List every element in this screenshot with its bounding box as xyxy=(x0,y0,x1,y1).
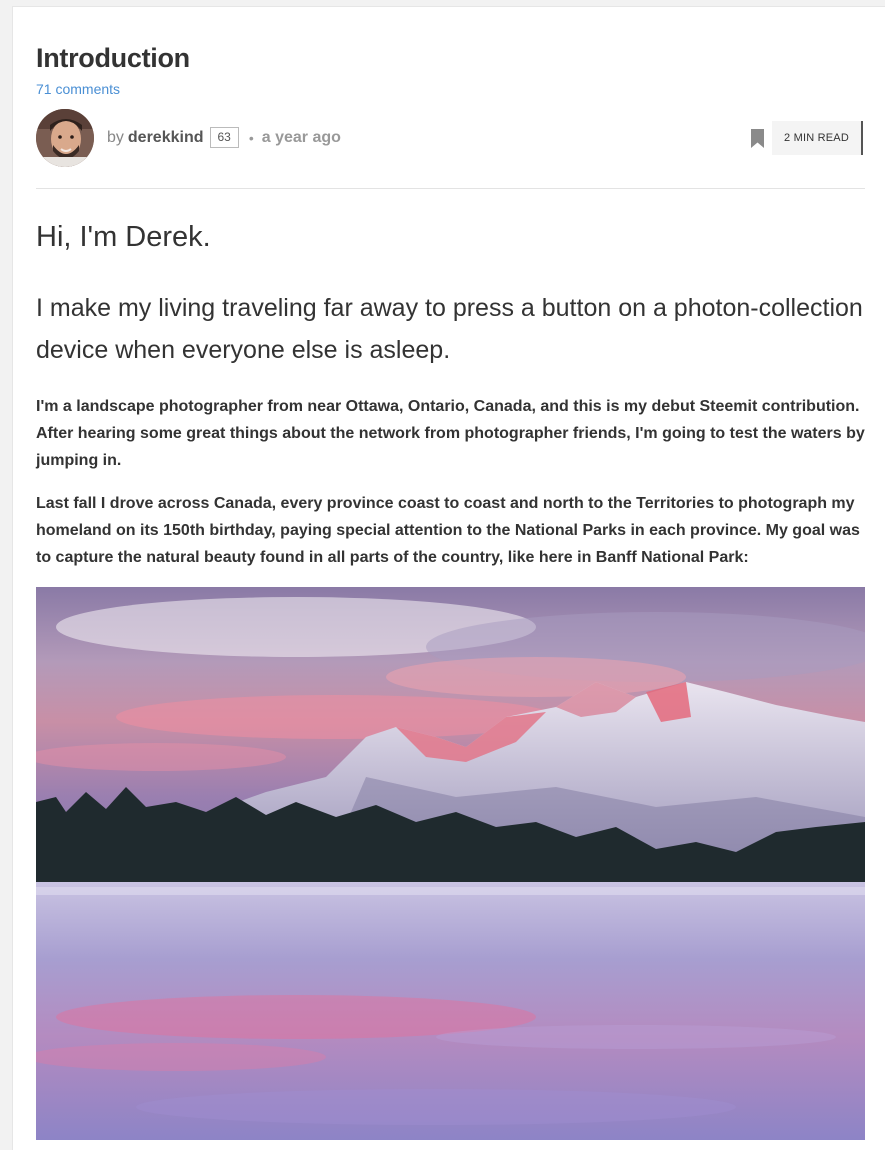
byline: by derekkind 63 • a year ago xyxy=(107,127,341,148)
post-subheading: I make my living traveling far away to p… xyxy=(36,294,863,364)
post-title: Introduction xyxy=(36,43,190,73)
read-time-badge: 2 MIN READ xyxy=(772,121,863,155)
comments-link[interactable]: 71 comments xyxy=(36,81,120,97)
by-label: by xyxy=(107,128,124,146)
post-card: Introduction 71 comments by derekkind 63… xyxy=(12,6,885,1150)
bookmark-icon[interactable] xyxy=(751,129,764,148)
separator-dot: • xyxy=(248,129,254,146)
post-paragraph-1: I'm a landscape photographer from near O… xyxy=(36,398,865,469)
post-paragraph-2: Last fall I drove across Canada, every p… xyxy=(36,495,860,566)
post-heading: Hi, I'm Derek. xyxy=(36,221,211,253)
post-timestamp[interactable]: a year ago xyxy=(262,129,341,147)
banff-landscape-photo xyxy=(36,587,865,1140)
avatar[interactable] xyxy=(36,109,94,167)
author-name-link[interactable]: derekkind xyxy=(128,129,204,147)
divider xyxy=(36,188,865,189)
author-row: by derekkind 63 • a year ago 2 MIN READ xyxy=(36,109,865,167)
reputation-badge: 63 xyxy=(209,127,239,148)
